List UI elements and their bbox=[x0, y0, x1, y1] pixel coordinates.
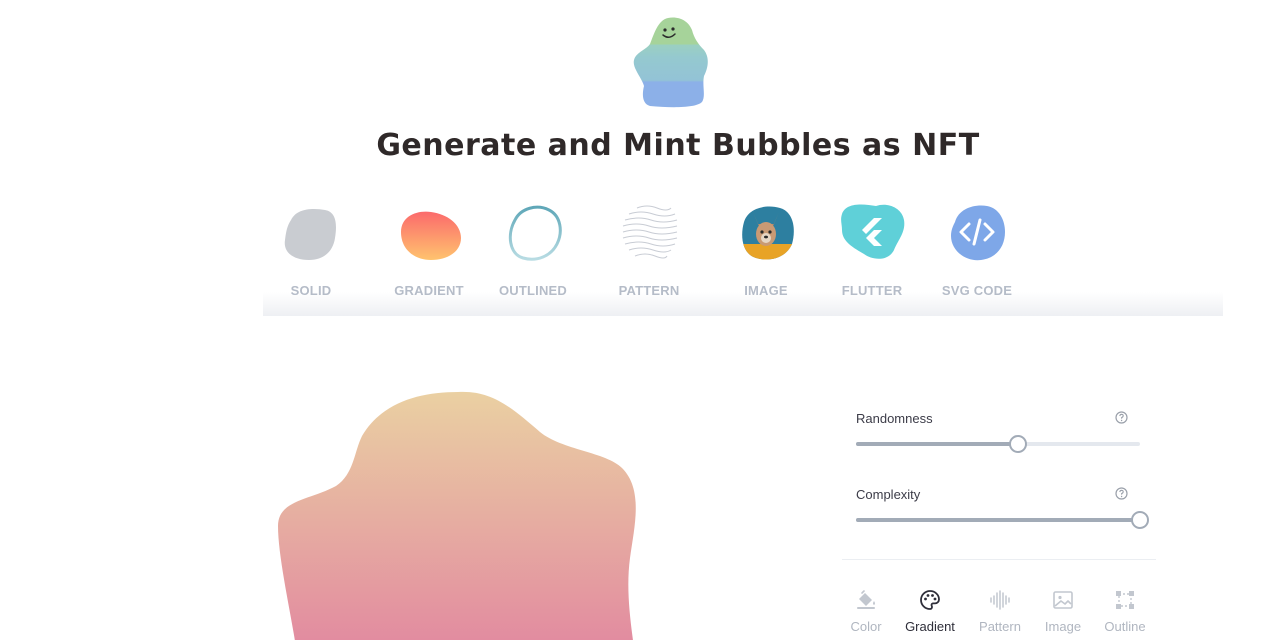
randomness-slider[interactable] bbox=[856, 434, 1140, 454]
type-pattern[interactable]: PATTERN bbox=[594, 196, 704, 306]
tab-image[interactable]: Image bbox=[1031, 584, 1095, 636]
type-gradient[interactable]: GRADIENT bbox=[374, 196, 484, 306]
tab-outline[interactable]: Outline bbox=[1093, 584, 1157, 636]
solid-blob-icon bbox=[284, 209, 336, 260]
outline-frame-icon bbox=[1116, 591, 1134, 609]
type-outlined[interactable]: OUTLINED bbox=[478, 196, 588, 306]
type-image[interactable]: IMAGE bbox=[711, 196, 821, 306]
randomness-label: Randomness bbox=[856, 411, 933, 426]
randomness-slider-fill bbox=[856, 442, 1018, 446]
page-title: Generate and Mint Bubbles as NFT bbox=[376, 128, 980, 163]
randomness-slider-thumb[interactable] bbox=[1008, 435, 1027, 453]
type-svg-code-label: SVG CODE bbox=[941, 283, 1013, 298]
tab-image-label: Image bbox=[1044, 619, 1082, 634]
bubble-type-selector: SOLID GRADIENT OUTLINED PATTERN IMAGE FL… bbox=[0, 196, 1280, 316]
type-svg-code[interactable]: SVG CODE bbox=[922, 196, 1032, 306]
complexity-help-icon[interactable] bbox=[1115, 487, 1128, 500]
tab-gradient-label: Gradient bbox=[905, 619, 955, 634]
control-panel: Randomness Complexity Color Gradient Pat… bbox=[842, 400, 1156, 640]
complexity-slider-fill bbox=[856, 518, 1140, 522]
bubble-mascot-logo bbox=[633, 17, 708, 108]
flutter-logo-icon bbox=[841, 204, 905, 259]
type-outlined-label: OUTLINED bbox=[498, 283, 568, 298]
type-flutter[interactable]: FLUTTER bbox=[817, 196, 927, 306]
type-image-label: IMAGE bbox=[744, 283, 788, 298]
pattern-blob-icon bbox=[622, 205, 678, 259]
type-flutter-label: FLUTTER bbox=[841, 283, 903, 298]
dog-photo-blob-icon bbox=[742, 206, 794, 260]
code-icon bbox=[951, 205, 1005, 261]
bubble-preview bbox=[278, 391, 636, 640]
type-pattern-label: PATTERN bbox=[618, 283, 680, 298]
control-divider bbox=[842, 559, 1156, 560]
tab-outline-label: Outline bbox=[1104, 619, 1146, 634]
gradient-blob-icon bbox=[401, 211, 461, 260]
tab-gradient[interactable]: Gradient bbox=[898, 584, 962, 636]
tab-pattern-label: Pattern bbox=[979, 619, 1021, 634]
tab-color-label: Color bbox=[850, 619, 882, 634]
complexity-label: Complexity bbox=[856, 487, 921, 502]
type-solid-label: SOLID bbox=[290, 283, 332, 298]
paint-bucket-icon bbox=[857, 590, 875, 609]
image-icon bbox=[1053, 591, 1073, 609]
complexity-slider-thumb[interactable] bbox=[1131, 511, 1149, 529]
palette-icon bbox=[920, 590, 940, 610]
type-gradient-label: GRADIENT bbox=[394, 283, 464, 298]
type-solid[interactable]: SOLID bbox=[256, 196, 366, 306]
tab-pattern[interactable]: Pattern bbox=[968, 584, 1032, 636]
outlined-blob-icon bbox=[508, 205, 562, 261]
randomness-help-icon[interactable] bbox=[1115, 411, 1128, 424]
tab-color[interactable]: Color bbox=[834, 584, 898, 636]
complexity-slider[interactable] bbox=[856, 510, 1149, 530]
sound-wave-icon bbox=[990, 590, 1010, 610]
